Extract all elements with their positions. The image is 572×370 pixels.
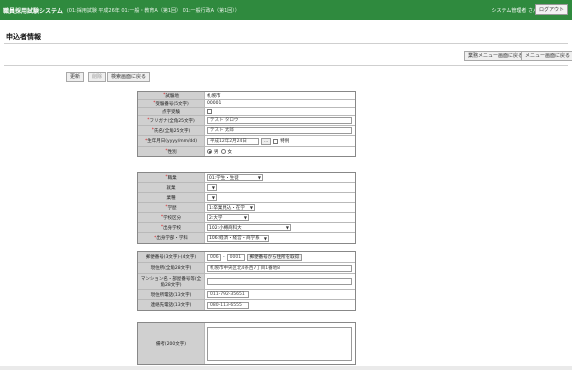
home-phone-input[interactable]: 011-792-35651 [207,291,249,298]
braille-label: 点字受験 [138,108,205,115]
back-exam-menu-button[interactable]: 業務メニュー画面に戻る [464,51,528,61]
chevron-down-icon: ▼ [211,195,215,200]
remarks-textarea[interactable] [207,326,352,361]
row-position: 就業 ▼ [138,183,355,193]
row-school-type: * 学校区分 2:大学 ▼ [138,213,355,223]
contact-phone-input[interactable]: 080-113-6555 [207,301,249,309]
position-label: 就業 [138,183,205,192]
contact-phone-label: 連絡先電話(13文字) [138,300,205,310]
postal-input-2[interactable]: 0001 [226,253,245,261]
industry-select[interactable]: ▼ [207,194,217,201]
postal-input-1[interactable]: 006 [207,253,221,261]
birthdate-label: * 生年月日(yyyy/mm/dd) [138,136,205,146]
address-table: 郵便番号(3文字)-(4文字) 006 - 0001 郵便番号から住所を取得 現… [137,251,356,311]
row-gender: * 性別 男 女 [138,147,355,156]
education-label: * 学歴 [138,203,205,212]
row-contact-phone: 連絡先電話(13文字) 080-113-6555 [138,300,355,310]
furigana-label: * フリガナ(全角25文字) [138,116,205,125]
furigana-input[interactable]: テスト タロウ [207,117,352,124]
row-applicant-no: * 受験番号(5文字) 00001 [138,100,355,108]
nav-divider [4,65,568,66]
exam-site-value: 札幌市 [207,93,221,99]
school-type-label: * 学校区分 [138,213,205,222]
row-postal: 郵便番号(3文字)-(4文字) 006 - 0001 郵便番号から住所を取得 [138,252,355,263]
faculty-select[interactable]: 106:経済・経営・商学系 ▼ [207,234,269,242]
gender-female-label: 女 [227,149,233,155]
gender-male-label: 男 [214,149,219,155]
special-label: 特例 [280,139,290,144]
update-button[interactable]: 更新 [66,72,85,82]
industry-label: 業種 [138,193,205,202]
row-exam-site: * 試験地 札幌市 [138,92,355,100]
braille-checkbox[interactable] [207,109,212,114]
gender-male-radio[interactable] [207,149,212,154]
current-user: システム管理者 さん [491,7,538,14]
birthdate-input[interactable]: 平成12年2月24日 [207,137,259,145]
row-building: マンション名・部屋番号等(全角28文字) [138,274,355,290]
page-title: 申込者情報 [6,33,41,41]
back-search-button[interactable]: 検索画面に戻る [107,72,151,82]
row-education: * 学歴 1:卒業見込・在学 ▼ [138,203,355,213]
address-label: 現住所(全角28文字) [138,263,205,273]
position-select[interactable]: ▼ [207,184,217,191]
building-label: マンション名・部屋番号等(全角28文字) [138,274,205,289]
building-input[interactable] [207,278,352,285]
row-home-phone: 現住所電話(13文字) 011-792-35651 [138,290,355,300]
remarks-table: 備考(200文字) [137,322,356,365]
name-label: * 氏名(全角25文字) [138,126,205,135]
row-birthdate: * 生年月日(yyyy/mm/dd) 平成12年2月24日 ... 特例 [138,136,355,147]
row-furigana: * フリガナ(全角25文字) テスト タロウ [138,116,355,126]
home-phone-label: 現住所電話(13文字) [138,290,205,299]
occupation-select[interactable]: 01:学生・生徒 ▼ [207,174,263,181]
exam-site-label: * 試験地 [138,92,205,99]
basic-info-table: * 試験地 札幌市 * 受験番号(5文字) 00001 点字受験 * フリガナ(全角2… [137,91,356,157]
remarks-label: 備考(200文字) [138,323,205,364]
calendar-picker-button[interactable]: ... [261,137,272,145]
top-bar: 職員採用試験システム (01:採用試験 平成26年 01:一般・教育A（第1回）… [0,0,572,20]
school-label: * 出身学校 [138,223,205,232]
chevron-down-icon: ▼ [285,225,289,230]
chevron-down-icon: ▼ [243,215,247,220]
chevron-down-icon: ▼ [249,205,253,210]
chevron-down-icon: ▼ [263,235,267,241]
applicant-no-value: 00001 [207,101,222,106]
gender-female-radio[interactable] [220,149,226,154]
row-name: * 氏名(全角25文字) テスト 太郎 [138,126,355,136]
bottom-edge [0,366,572,370]
name-input[interactable]: テスト 太郎 [207,127,352,134]
row-address: 現住所(全角28文字) 札幌市中央区北4条西7丁目1番地8 [138,263,355,274]
row-industry: 業種 ▼ [138,193,355,203]
system-name: 職員採用試験システム [3,7,63,15]
education-select[interactable]: 1:卒業見込・在学 ▼ [207,204,255,211]
postal-lookup-button[interactable]: 郵便番号から住所を取得 [246,253,303,261]
chevron-down-icon: ▼ [257,175,261,180]
career-table: * 職業 01:学生・生徒 ▼ 就業 ▼ 業種 ▼ * 学歴 1:卒業見込・在学 ▼ *… [137,172,356,244]
row-school: * 出身学校 102:小樽商科大 ▼ [138,223,355,233]
exam-context: (01:採用試験 平成26年 01:一般・教育A（第1回） 01:一般行政A（第… [66,7,240,14]
postal-label: 郵便番号(3文字)-(4文字) [138,252,205,262]
school-type-select[interactable]: 2:大学 ▼ [207,214,249,221]
chevron-down-icon: ▼ [211,185,215,190]
row-braille: 点字受験 [138,108,355,116]
gender-label: * 性別 [138,147,205,156]
title-divider [4,43,568,44]
school-select[interactable]: 102:小樽商科大 ▼ [207,224,291,231]
row-faculty: * 出身学部・学科 106:経済・経営・商学系 ▼ [138,233,355,243]
logout-button[interactable]: ログアウト [534,4,568,15]
delete-button[interactable]: 削除 [88,72,107,82]
occupation-label: * 職業 [138,173,205,182]
row-remarks: 備考(200文字) [138,323,355,364]
back-main-menu-button[interactable]: メニュー画面に戻る [521,51,572,61]
row-occupation: * 職業 01:学生・生徒 ▼ [138,173,355,183]
special-checkbox[interactable] [273,138,279,144]
address-input[interactable]: 札幌市中央区北4条西7丁目1番地8 [207,264,352,272]
applicant-no-label: * 受験番号(5文字) [138,100,205,107]
faculty-label: * 出身学部・学科 [138,233,205,243]
